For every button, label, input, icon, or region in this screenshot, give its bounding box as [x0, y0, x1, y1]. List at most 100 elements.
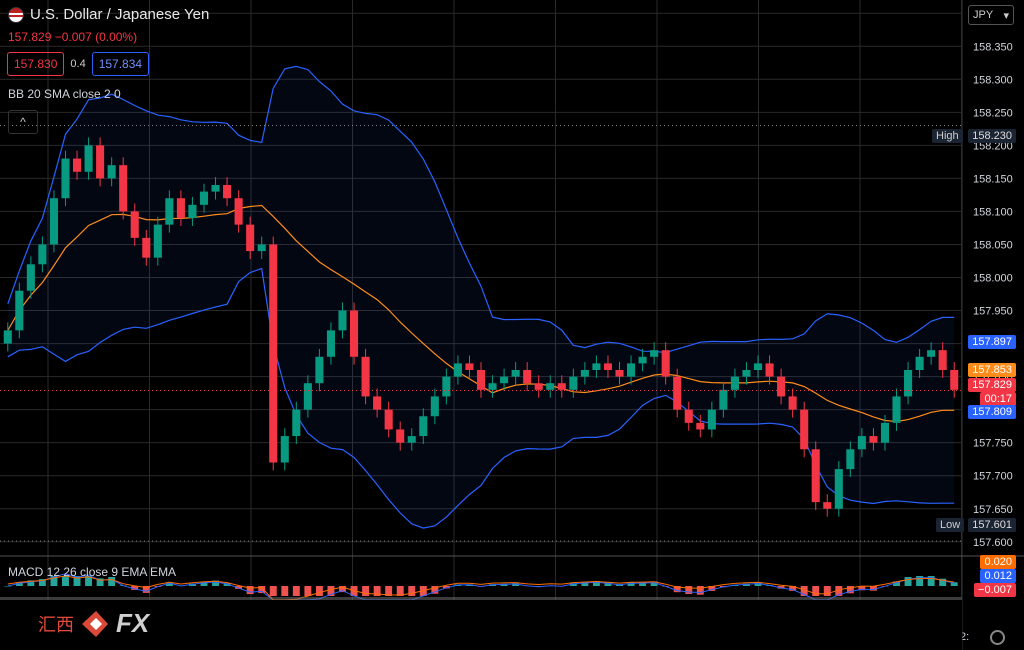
last-price-tag: 157.829 — [968, 378, 1016, 392]
macd-indicator-label[interactable]: MACD 12 26 close 9 EMA EMA — [8, 565, 176, 579]
candle-body — [430, 396, 439, 417]
candle-body — [938, 350, 947, 370]
price-tick-label: 157.650 — [973, 504, 1013, 516]
broker-watermark: 汇西 FX — [38, 608, 149, 639]
candle-body — [546, 383, 555, 390]
currency-select[interactable]: JPY ▾ — [968, 5, 1014, 25]
us-flag-icon — [8, 6, 24, 23]
candle-body — [234, 198, 243, 225]
candle-body — [523, 370, 532, 384]
candle-body — [857, 436, 866, 450]
candle-body — [26, 264, 35, 291]
candle-body — [869, 436, 878, 443]
watermark-cn: 汇西 — [38, 614, 74, 636]
macd-hist-bar — [904, 577, 912, 586]
candle-body — [188, 204, 197, 219]
candle-body — [72, 158, 82, 172]
macd-hist-bar — [685, 586, 693, 595]
price-tick-label: 158.350 — [973, 41, 1013, 53]
macd-hist-bar — [408, 586, 416, 596]
candle-body — [199, 191, 209, 205]
candle-body — [811, 449, 820, 503]
price-tick-label: 158.100 — [973, 206, 1013, 218]
candle-body — [338, 310, 347, 331]
candle-body — [661, 350, 670, 377]
settings-gear-icon[interactable] — [990, 630, 1005, 645]
macd-hist-bar — [362, 586, 370, 596]
candle-body — [61, 158, 70, 199]
low-label: Low — [936, 518, 965, 532]
price-change: 157.829 −0.007 (0.00%) — [8, 30, 138, 44]
candle-body — [223, 185, 232, 199]
price-tick-label: 158.250 — [973, 107, 1013, 119]
chevron-down-icon: ▾ — [1003, 9, 1009, 22]
price-tick-label: 158.150 — [973, 173, 1013, 185]
candle-body — [38, 244, 47, 265]
candle-body — [880, 422, 890, 443]
buy-button[interactable]: 157.834 — [91, 52, 150, 76]
candle-body — [153, 224, 162, 258]
candle-body — [615, 370, 624, 377]
sma-tag: 157.853 — [968, 363, 1016, 377]
collapse-indicators-button[interactable]: ^ — [8, 110, 38, 134]
candle-body — [315, 356, 324, 384]
watermark-fx: FX — [116, 608, 150, 638]
macd-hist-bar — [281, 586, 289, 596]
candle-body — [269, 244, 278, 463]
candle-body — [303, 383, 312, 410]
candle-body — [927, 350, 936, 357]
symbol-header[interactable]: U.S. Dollar / Japanese Yen — [8, 6, 209, 23]
candle-body — [107, 165, 116, 179]
high-label: High — [932, 129, 963, 143]
candle-body — [280, 436, 289, 463]
candle-body — [384, 409, 393, 430]
candle-body — [349, 310, 359, 357]
candle-body — [627, 363, 636, 377]
chart-canvas[interactable]: 158.400158.350158.300158.250158.200158.1… — [0, 0, 1024, 650]
candle-body — [3, 330, 12, 344]
price-tick-label: 157.950 — [973, 306, 1013, 318]
candle-body — [511, 370, 520, 377]
candle-body — [165, 198, 174, 225]
bb-indicator-label[interactable]: BB 20 SMA close 2 0 — [8, 87, 121, 101]
price-tick-label: 158.050 — [973, 239, 1013, 251]
macd-line-tag: 0.012 — [980, 569, 1016, 583]
low-value: 157.601 — [968, 518, 1016, 532]
trade-boxes: 157.830 0.4 157.834 — [7, 52, 150, 76]
candle-body — [753, 363, 763, 370]
candle-body — [442, 376, 451, 397]
high-value: 158.230 — [968, 129, 1016, 143]
bb-lower-tag: 157.809 — [968, 405, 1016, 419]
candle-body — [130, 211, 139, 238]
candle-body — [476, 370, 486, 390]
candle-body — [96, 145, 105, 179]
candle-body — [176, 198, 185, 219]
candle-body — [730, 376, 739, 390]
bb-upper-tag: 157.897 — [968, 335, 1016, 349]
candle-body — [15, 290, 24, 331]
candle-body — [119, 165, 128, 212]
macd-hist-bar — [292, 586, 300, 596]
candle-body — [257, 244, 266, 252]
candle-body — [407, 436, 416, 443]
candle-body — [488, 383, 497, 390]
candle-body — [650, 350, 659, 357]
candle-body — [707, 409, 716, 430]
price-tick-label: 157.600 — [973, 537, 1013, 549]
candle-body — [326, 330, 335, 357]
currency-label: JPY — [973, 9, 994, 21]
candle-body — [892, 396, 901, 423]
candle-body — [534, 383, 543, 390]
candle-body — [696, 422, 705, 430]
candle-body — [419, 416, 428, 437]
sell-button[interactable]: 157.830 — [7, 52, 65, 76]
candle-body — [603, 363, 613, 370]
candle-body — [142, 237, 151, 258]
candle-body — [500, 376, 509, 384]
countdown-tag: 00:17 — [980, 392, 1016, 406]
macd-hist-bar — [315, 586, 323, 596]
candle-body — [846, 449, 855, 470]
symbol-title: U.S. Dollar / Japanese Yen — [30, 6, 210, 23]
macd-hist-bar — [304, 586, 312, 596]
macd-hist-bar — [269, 586, 277, 596]
